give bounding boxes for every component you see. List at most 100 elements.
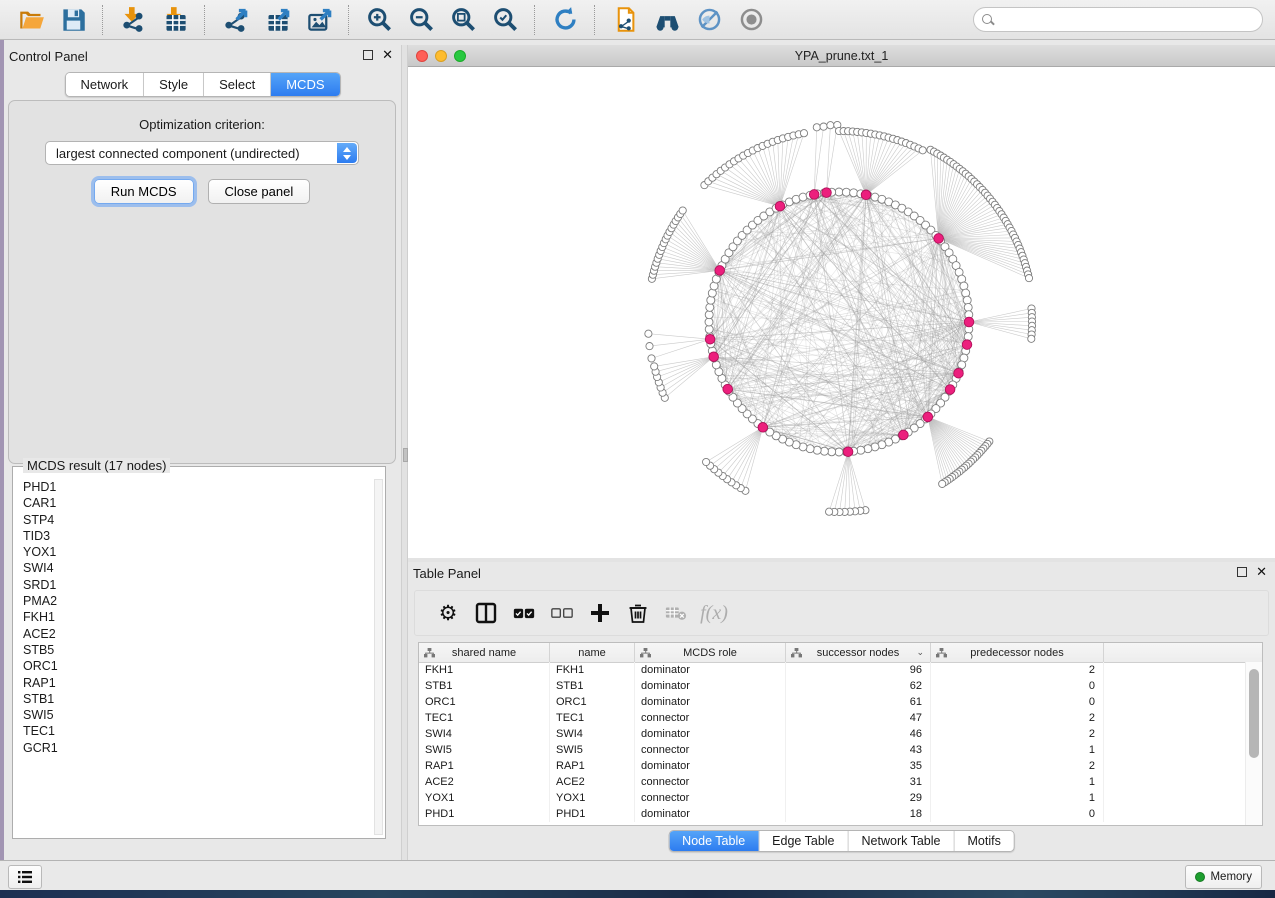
- tab-edge-table[interactable]: Edge Table: [759, 831, 848, 851]
- result-scrollbar[interactable]: [374, 479, 383, 835]
- column-header-shared-name[interactable]: shared name: [419, 643, 550, 662]
- list-item[interactable]: STB5: [23, 642, 373, 658]
- deselect-all-icon[interactable]: [543, 598, 581, 628]
- network-nodes: [645, 121, 1036, 515]
- table-row[interactable]: RAP1RAP1dominator352: [419, 758, 1246, 774]
- control-panel-titlebar: Control Panel ✕: [4, 45, 401, 69]
- list-item[interactable]: STP4: [23, 512, 373, 528]
- table-cell: 2: [931, 758, 1104, 774]
- zoom-in-icon[interactable]: [364, 6, 394, 34]
- column-header-MCDS-role[interactable]: MCDS role: [635, 643, 786, 662]
- scrollbar-thumb[interactable]: [1249, 669, 1259, 758]
- function-builder-icon: f(x): [695, 598, 733, 628]
- table-cell: 62: [786, 678, 931, 694]
- list-item[interactable]: STB1: [23, 691, 373, 707]
- table-cell: 18: [786, 806, 931, 822]
- list-item[interactable]: CAR1: [23, 495, 373, 511]
- table-cell: YOX1: [419, 790, 550, 806]
- table-row[interactable]: STB1STB1dominator620: [419, 678, 1246, 694]
- vertical-splitter[interactable]: [401, 45, 408, 860]
- tab-style[interactable]: Style: [144, 73, 204, 96]
- table-cell: dominator: [635, 758, 786, 774]
- zoom-fit-icon[interactable]: [448, 6, 478, 34]
- memory-button[interactable]: Memory: [1185, 865, 1262, 889]
- network-titlebar[interactable]: YPA_prune.txt_1: [408, 45, 1275, 67]
- table-row[interactable]: ACE2ACE2connector311: [419, 774, 1246, 790]
- zoom-out-icon[interactable]: [406, 6, 436, 34]
- table-row[interactable]: YOX1YOX1connector291: [419, 790, 1246, 806]
- import-network-icon[interactable]: [118, 6, 148, 34]
- network-canvas[interactable]: [408, 67, 1275, 558]
- table-cell: 0: [931, 806, 1104, 822]
- list-item[interactable]: SWI5: [23, 707, 373, 723]
- export-image-icon[interactable]: [304, 6, 334, 34]
- table-cell: ORC1: [550, 694, 635, 710]
- table-cell: STB1: [419, 678, 550, 694]
- tab-node-table[interactable]: Node Table: [669, 831, 759, 851]
- network-title: YPA_prune.txt_1: [408, 49, 1275, 63]
- tab-select[interactable]: Select: [204, 73, 271, 96]
- search-input[interactable]: [994, 9, 1262, 31]
- list-item[interactable]: ORC1: [23, 658, 373, 674]
- table-scrollbar[interactable]: [1245, 662, 1262, 825]
- table-cell: SWI5: [419, 742, 550, 758]
- list-item[interactable]: TEC1: [23, 723, 373, 739]
- share-network-file-icon[interactable]: [610, 6, 640, 34]
- table-row[interactable]: ORC1ORC1dominator610: [419, 694, 1246, 710]
- hide-graphics-details-icon[interactable]: [694, 6, 724, 34]
- close-panel-icon[interactable]: ✕: [382, 50, 393, 60]
- delete-table-icon: [657, 598, 695, 628]
- table-row[interactable]: SWI4SWI4dominator462: [419, 726, 1246, 742]
- column-header-successor-nodes[interactable]: successor nodes⌄: [786, 643, 931, 662]
- list-item[interactable]: SWI4: [23, 560, 373, 576]
- table-row[interactable]: PHD1PHD1dominator180: [419, 806, 1246, 822]
- list-item[interactable]: TID3: [23, 528, 373, 544]
- control-panel: Control Panel ✕ NetworkStyleSelectMCDS O…: [4, 45, 401, 860]
- delete-column-icon[interactable]: [619, 598, 657, 628]
- criterion-dropdown[interactable]: largest connected component (undirected): [45, 141, 359, 165]
- table-row[interactable]: TEC1TEC1connector472: [419, 710, 1246, 726]
- close-table-panel-icon[interactable]: ✕: [1256, 567, 1267, 577]
- list-item[interactable]: GCR1: [23, 740, 373, 756]
- list-item[interactable]: PHD1: [23, 479, 373, 495]
- table-cell: YOX1: [550, 790, 635, 806]
- add-column-icon[interactable]: [581, 598, 619, 628]
- zoom-selected-icon[interactable]: [490, 6, 520, 34]
- list-item[interactable]: ACE2: [23, 626, 373, 642]
- list-item[interactable]: RAP1: [23, 675, 373, 691]
- list-item[interactable]: YOX1: [23, 544, 373, 560]
- table-cell: RAP1: [550, 758, 635, 774]
- save-session-icon[interactable]: [58, 6, 88, 34]
- list-item[interactable]: PMA2: [23, 593, 373, 609]
- table-row[interactable]: FKH1FKH1dominator962: [419, 662, 1246, 678]
- table-cell: TEC1: [419, 710, 550, 726]
- open-session-icon[interactable]: [16, 6, 46, 34]
- table-row[interactable]: SWI5SWI5connector431: [419, 742, 1246, 758]
- column-header-predecessor-nodes[interactable]: predecessor nodes: [931, 643, 1104, 662]
- column-header-name[interactable]: name: [550, 643, 635, 662]
- float-table-panel-icon[interactable]: [1237, 567, 1247, 577]
- import-table-icon[interactable]: [160, 6, 190, 34]
- float-panel-icon[interactable]: [363, 50, 373, 60]
- settings-icon[interactable]: ⚙: [429, 598, 467, 628]
- export-network-icon[interactable]: [220, 6, 250, 34]
- select-all-icon[interactable]: [505, 598, 543, 628]
- show-columns-icon[interactable]: [467, 598, 505, 628]
- run-mcds-button[interactable]: Run MCDS: [94, 179, 194, 204]
- refresh-network-icon[interactable]: [550, 6, 580, 34]
- list-item[interactable]: FKH1: [23, 609, 373, 625]
- tab-mcds[interactable]: MCDS: [271, 73, 339, 96]
- table-cell: SWI5: [550, 742, 635, 758]
- table-cell: 46: [786, 726, 931, 742]
- table-cell: connector: [635, 790, 786, 806]
- show-panels-button[interactable]: [8, 865, 42, 889]
- tab-network[interactable]: Network: [65, 73, 144, 96]
- search-binoculars-icon[interactable]: [652, 6, 682, 34]
- list-item[interactable]: SRD1: [23, 577, 373, 593]
- tab-network-table[interactable]: Network Table: [849, 831, 955, 851]
- tab-motifs[interactable]: Motifs: [954, 831, 1013, 851]
- close-panel-button[interactable]: Close panel: [208, 179, 311, 204]
- export-table-icon[interactable]: [262, 6, 292, 34]
- show-graphics-details-icon[interactable]: [736, 6, 766, 34]
- table-cell: FKH1: [550, 662, 635, 678]
